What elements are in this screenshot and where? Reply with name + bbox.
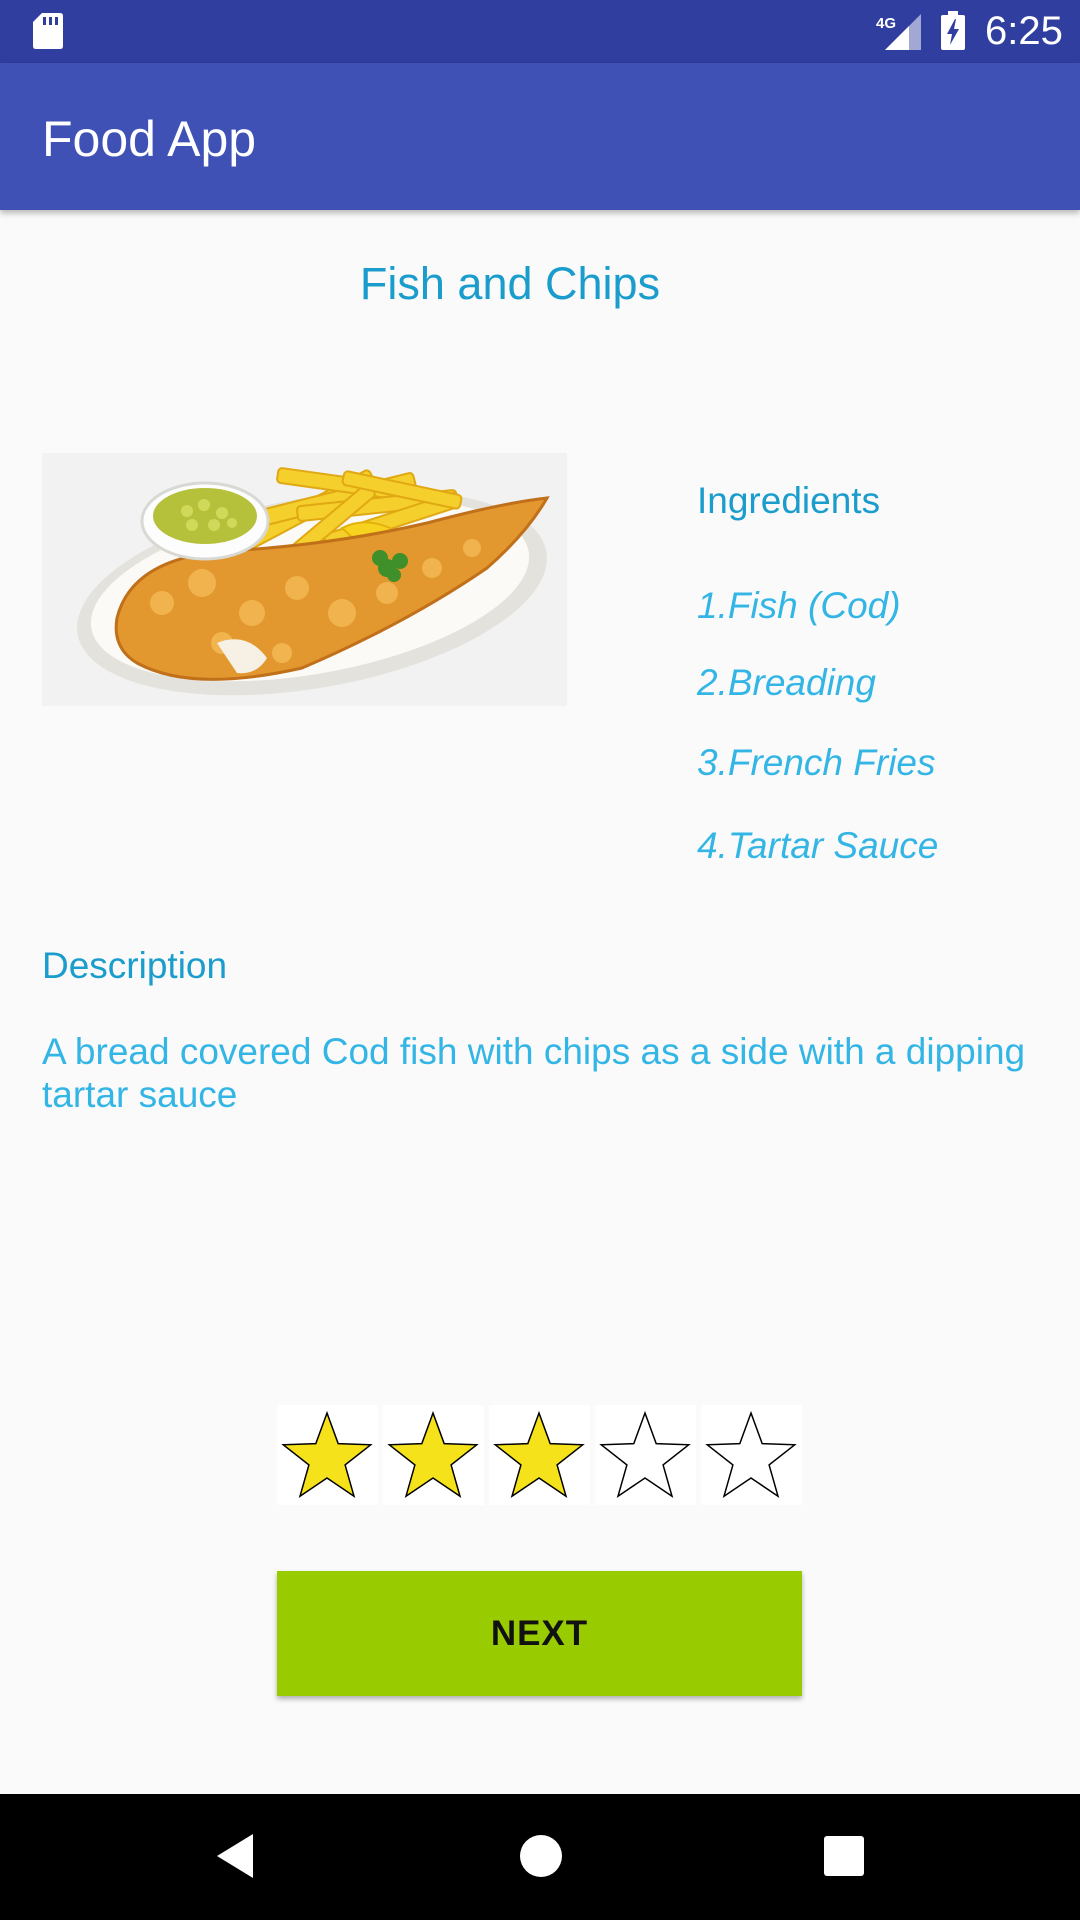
network-type-label: 4G: [876, 15, 896, 32]
back-icon[interactable]: [213, 1831, 257, 1886]
ingredient-item: 4.Tartar Sauce: [697, 825, 939, 866]
description-header: Description: [42, 945, 228, 986]
ingredient-item: 1.Fish (Cod): [697, 585, 901, 626]
dish-title: Fish and Chips: [359, 258, 661, 309]
sd-card-icon: [32, 12, 64, 55]
status-bar: 4G 6:25: [0, 0, 1080, 63]
battery-charging-icon: [940, 11, 966, 56]
rating-bar[interactable]: [277, 1405, 802, 1505]
app-title: Food App: [42, 111, 257, 167]
home-icon[interactable]: [518, 1831, 564, 1886]
app-bar: Food App: [0, 63, 1080, 210]
star-filled-icon[interactable]: [489, 1405, 590, 1505]
description-text: A bread covered Cod fish with chips as a…: [42, 1031, 1026, 1115]
recents-icon[interactable]: [822, 1831, 866, 1886]
ingredients-header: Ingredients: [697, 480, 881, 521]
dish-image: [42, 453, 567, 706]
star-filled-icon[interactable]: [383, 1405, 484, 1505]
ingredient-item: 3.French Fries: [697, 742, 936, 783]
signal-icon: 4G: [875, 12, 923, 57]
star-filled-icon[interactable]: [277, 1405, 378, 1505]
next-button[interactable]: NEXT: [277, 1571, 802, 1696]
status-clock: 6:25: [985, 9, 1063, 53]
star-empty-icon[interactable]: [595, 1405, 696, 1505]
star-empty-icon[interactable]: [701, 1405, 802, 1505]
ingredient-item: 2.Breading: [697, 662, 876, 703]
navigation-bar: [0, 1794, 1080, 1920]
